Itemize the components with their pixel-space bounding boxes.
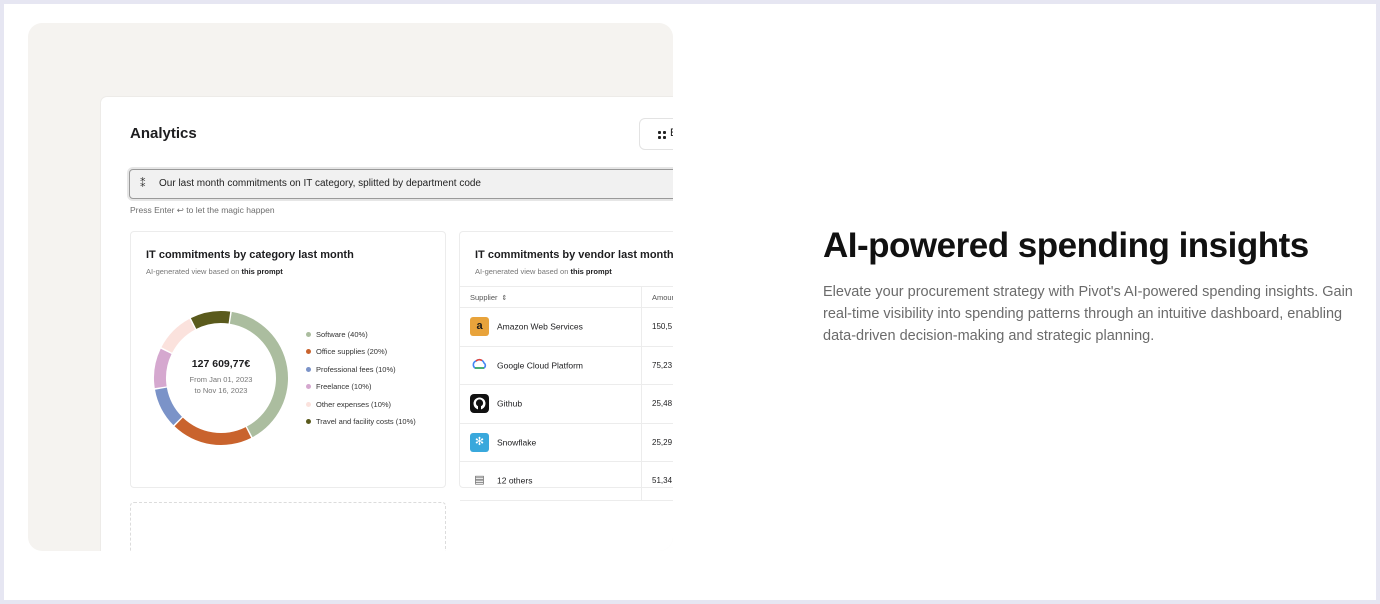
snowflake-icon: ✻ [470, 432, 489, 452]
prompt-link[interactable]: this prompt [242, 267, 283, 276]
vendor-card-title: IT commitments by vendor last month [475, 249, 673, 261]
analytics-app: Analytics E ⁑ Our last month commitments… [101, 97, 673, 551]
date-range-to: to Nov 16, 2023 [194, 386, 248, 395]
table-row[interactable]: Google Cloud Platform 75,23 [460, 346, 673, 385]
date-range-from: From Jan 01, 2023 [189, 375, 253, 384]
vendor-amount: 25,29 [641, 423, 673, 462]
legend-item: Freelance (10%) [306, 382, 416, 399]
view-toggle-button[interactable]: E [639, 118, 673, 150]
sort-icon[interactable]: ⇕ [502, 295, 508, 302]
legend-item: Travel and facility costs (10%) [306, 417, 416, 434]
legend-swatch [306, 418, 311, 424]
vendor-amount: 75,23 [641, 346, 673, 385]
vendor-card-subtitle: AI-generated view based on this prompt [475, 267, 612, 276]
legend-label: Professional fees (10%) [316, 364, 396, 374]
legend-label: Other expenses (10%) [316, 399, 392, 409]
legend-swatch [306, 332, 311, 337]
table-row[interactable]: a Amazon Web Services 150,5 [460, 307, 673, 347]
donut-slice[interactable] [154, 348, 172, 389]
legend-item: Office supplies (20%) [306, 347, 416, 364]
view-toggle-label: E [670, 127, 673, 139]
prompt-hint: Press Enter ↩ to let the magic happen [130, 205, 275, 215]
legend-swatch [306, 366, 311, 372]
category-card-title: IT commitments by category last month [146, 249, 354, 261]
chart-legend: Software (40%) Office supplies (20%) Profe… [306, 330, 416, 434]
legend-swatch [306, 384, 311, 390]
donut-slice[interactable] [161, 318, 196, 353]
empty-card-placeholder [130, 502, 446, 551]
column-header-amount[interactable]: Amoun [641, 286, 673, 308]
subtitle-prefix: AI-generated view based on [146, 267, 240, 276]
preview-panel: Analytics E ⁑ Our last month commitments… [28, 23, 673, 551]
legend-label: Travel and facility costs (10%) [316, 416, 416, 426]
donut-slice[interactable] [190, 311, 231, 329]
building-icon: ▤ [474, 474, 485, 487]
legend-swatch [306, 349, 311, 355]
grid-icon [658, 131, 666, 139]
vendor-amount: 51,34 [641, 461, 673, 501]
donut-center: 127 609,77€ From Jan 01, 2023 to Nov 16,… [176, 358, 266, 396]
google-cloud-icon [470, 355, 489, 375]
vendor-card: IT commitments by vendor last month AI-g… [459, 231, 673, 501]
donut-slice[interactable] [174, 417, 252, 445]
prompt-input[interactable]: ⁑ Our last month commitments on IT categ… [129, 169, 673, 199]
vendor-table: Supplier ⇕ Amoun a Amazon Web Services 150… [460, 286, 673, 501]
prompt-input-value[interactable]: Our last month commitments on IT categor… [159, 178, 481, 189]
vendor-name: Google Cloud Platform [497, 360, 583, 371]
sparkle-icon: ⁑ [140, 178, 146, 190]
column-header-label: Supplier [470, 292, 498, 302]
category-card-subtitle: AI-generated view based on this prompt [146, 267, 283, 276]
vendor-name: Github [497, 398, 523, 409]
vendor-name: Snowflake [497, 437, 537, 448]
vendor-name: 12 others [497, 475, 533, 486]
column-header-supplier[interactable]: Supplier ⇕ [460, 286, 642, 308]
prompt-link[interactable]: this prompt [571, 267, 612, 276]
legend-item: Other expenses (10%) [306, 400, 416, 417]
hero-description: Elevate your procurement strategy with P… [823, 284, 1353, 344]
subtitle-prefix: AI-generated view based on [475, 267, 569, 276]
legend-label: Software (40%) [316, 330, 368, 339]
vendor-amount: 150,5 [641, 307, 673, 347]
table-row[interactable]: ✻ Snowflake 25,29 [460, 423, 673, 462]
total-amount: 127 609,77€ [191, 358, 251, 370]
table-row[interactable]: ▤ 12 others 51,34 [460, 461, 673, 501]
table-row[interactable]: Github 25,48 [460, 384, 673, 424]
legend-item: Software (40%) [306, 330, 416, 347]
legend-label: Office supplies (20%) [316, 347, 388, 357]
category-card: IT commitments by category last month AI… [130, 231, 446, 488]
legend-swatch [306, 401, 311, 407]
amazon-icon: a [470, 317, 489, 337]
vendor-name: Amazon Web Services [497, 321, 583, 332]
legend-item: Professional fees (10%) [306, 365, 416, 382]
date-range: From Jan 01, 2023 to Nov 16, 2023 [176, 374, 266, 396]
vendor-amount: 25,48 [641, 384, 673, 424]
legend-label: Freelance (10%) [316, 382, 372, 392]
page-title: Analytics [130, 125, 197, 142]
hero-title: AI-powered spending insights [823, 226, 1309, 265]
github-icon [470, 394, 489, 414]
